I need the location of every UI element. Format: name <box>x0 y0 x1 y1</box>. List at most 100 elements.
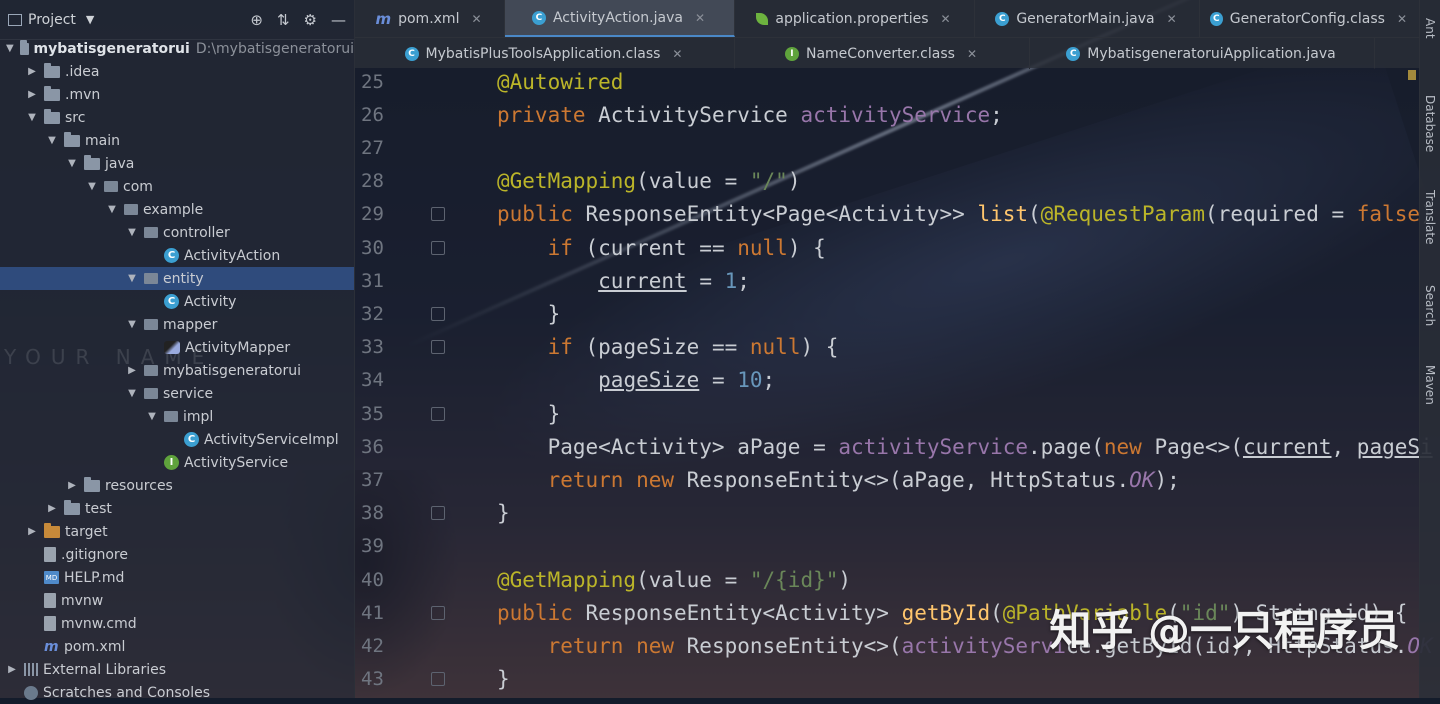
chevron-down-icon[interactable]: ▼ <box>86 13 94 26</box>
tree-node[interactable]: ▼ main <box>0 129 354 152</box>
collapsed-arrow-icon[interactable]: ▶ <box>66 480 78 491</box>
collapsed-arrow-icon[interactable]: ▶ <box>126 365 138 376</box>
close-tab-icon[interactable]: ✕ <box>941 12 951 26</box>
code-line[interactable]: 28 @GetMapping(value = "/") <box>355 165 1420 198</box>
tree-node-label: ActivityService <box>184 454 289 471</box>
tree-node[interactable]: m pom.xml <box>0 635 354 658</box>
expanded-arrow-icon[interactable]: ▼ <box>126 227 138 238</box>
close-tab-icon[interactable]: ✕ <box>1167 12 1177 26</box>
tree-node[interactable]: ▼ example <box>0 198 354 221</box>
editor-tab[interactable]: C GeneratorMain.java ✕ <box>975 0 1200 37</box>
editor-tab[interactable]: application.properties ✕ <box>735 0 975 37</box>
tree-node[interactable]: C Activity <box>0 290 354 313</box>
fold-marker-icon[interactable] <box>431 207 445 222</box>
tree-node[interactable]: mvnw.cmd <box>0 612 354 635</box>
warning-marker[interactable] <box>1408 70 1416 80</box>
locate-file-icon[interactable]: ⊕ <box>250 11 263 29</box>
tree-node[interactable]: I ActivityService <box>0 451 354 474</box>
code-line[interactable]: 31 current = 1; <box>355 264 1420 297</box>
expanded-arrow-icon[interactable]: ▼ <box>66 158 78 169</box>
tree-node[interactable]: ▶ .idea <box>0 60 354 83</box>
editor-tab[interactable]: C ActivityAction.java ✕ <box>505 0 735 37</box>
fold-marker-icon[interactable] <box>431 506 445 521</box>
code-line[interactable]: 40 @GetMapping(value = "/{id}") <box>355 563 1420 596</box>
code-line[interactable]: 36 Page<Activity> aPage = activityServic… <box>355 430 1433 463</box>
tree-node[interactable]: C ActivityAction <box>0 244 354 267</box>
code-line[interactable]: 30 if (current == null) { <box>355 231 1420 264</box>
expanded-arrow-icon[interactable]: ▼ <box>126 273 138 284</box>
tree-node[interactable]: C ActivityServiceImpl <box>0 428 354 451</box>
tree-node[interactable]: .gitignore <box>0 543 354 566</box>
folder-icon <box>64 499 80 515</box>
tree-node[interactable]: Scratches and Consoles <box>0 681 354 704</box>
tree-node[interactable]: ▼ src <box>0 106 354 129</box>
code-line[interactable]: 34 pageSize = 10; <box>355 364 1420 397</box>
fold-marker-icon[interactable] <box>431 340 445 355</box>
code-line[interactable]: 33 if (pageSize == null) { <box>355 331 1420 364</box>
expanded-arrow-icon[interactable]: ▼ <box>6 43 14 54</box>
tool-window-database[interactable]: Database <box>1420 95 1440 152</box>
collapsed-arrow-icon[interactable]: ▶ <box>6 664 18 675</box>
project-view-selector[interactable]: Project <box>28 12 76 28</box>
fold-marker-icon[interactable] <box>431 240 445 255</box>
close-tab-icon[interactable]: ✕ <box>1397 12 1407 26</box>
tree-node[interactable]: ▶ mybatisgeneratorui <box>0 359 354 382</box>
fold-marker-icon[interactable] <box>431 605 445 620</box>
tool-window-maven[interactable]: Maven <box>1420 365 1440 405</box>
collapsed-arrow-icon[interactable]: ▶ <box>26 89 38 100</box>
close-tab-icon[interactable]: ✕ <box>672 47 682 61</box>
tree-node[interactable]: ▼ mybatisgeneratorui D:\mybatisgeneratorui <box>0 37 354 60</box>
tool-window-search[interactable]: Search <box>1420 285 1440 326</box>
code-line[interactable]: 29 public ResponseEntity<Page<Activity>> … <box>355 198 1433 231</box>
close-tab-icon[interactable]: ✕ <box>967 47 977 61</box>
fold-marker-icon[interactable] <box>431 306 445 321</box>
fold-marker-icon[interactable] <box>431 406 445 421</box>
gear-icon[interactable]: ⚙ <box>304 11 317 29</box>
code-line[interactable]: 32 } <box>355 297 1420 330</box>
expanded-arrow-icon[interactable]: ▼ <box>126 319 138 330</box>
expanded-arrow-icon[interactable]: ▼ <box>26 112 38 123</box>
tool-window-translate[interactable]: Translate <box>1420 190 1440 245</box>
code-line[interactable]: 27 <box>355 131 1420 164</box>
collapsed-arrow-icon[interactable]: ▶ <box>46 503 58 514</box>
collapsed-arrow-icon[interactable]: ▶ <box>26 526 38 537</box>
code-line[interactable]: 37 return new ResponseEntity<>(aPage, Ht… <box>355 463 1420 496</box>
collapsed-arrow-icon[interactable]: ▶ <box>26 66 38 77</box>
code-line[interactable]: 43} <box>355 663 1420 696</box>
close-tab-icon[interactable]: ✕ <box>695 11 705 25</box>
tree-node[interactable]: ▶ .mvn <box>0 83 354 106</box>
tool-window-ant[interactable]: Ant <box>1420 18 1440 39</box>
code-text: public ResponseEntity<Page<Activity>> li… <box>497 202 1433 227</box>
tree-node[interactable]: mvnw <box>0 589 354 612</box>
tree-node[interactable]: ▶ External Libraries <box>0 658 354 681</box>
code-line[interactable]: 26 private ActivityService activityServic… <box>355 98 1420 131</box>
expanded-arrow-icon[interactable]: ▼ <box>106 204 118 215</box>
collapse-all-icon[interactable]: ⇅ <box>277 11 290 29</box>
tree-node[interactable]: ▶ test <box>0 497 354 520</box>
expanded-arrow-icon[interactable]: ▼ <box>146 411 158 422</box>
editor-tab[interactable]: C GeneratorConfig.class ✕ <box>1200 0 1420 37</box>
code-line[interactable]: 35 } <box>355 397 1420 430</box>
package-icon <box>144 388 158 399</box>
hide-panel-icon[interactable]: — <box>331 11 346 29</box>
code-line[interactable]: 25 @Autowired <box>355 65 1420 98</box>
tree-node[interactable]: ▼ controller <box>0 221 354 244</box>
expanded-arrow-icon[interactable]: ▼ <box>126 388 138 399</box>
expanded-arrow-icon[interactable]: ▼ <box>46 135 58 146</box>
tree-node[interactable]: ▼ mapper <box>0 313 354 336</box>
fold-marker-icon[interactable] <box>431 672 445 687</box>
tree-node[interactable]: ▼ impl <box>0 405 354 428</box>
code-line[interactable]: 39 <box>355 530 1420 563</box>
tree-node[interactable]: ▶ resources <box>0 474 354 497</box>
tree-node[interactable]: ▼ java <box>0 152 354 175</box>
tree-node[interactable]: ▼ com <box>0 175 354 198</box>
tree-node[interactable]: MD HELP.md <box>0 566 354 589</box>
expanded-arrow-icon[interactable]: ▼ <box>86 181 98 192</box>
tree-node[interactable]: ActivityMapper <box>0 336 354 359</box>
tree-node[interactable]: ▼ entity <box>0 267 354 290</box>
editor-tab[interactable]: m pom.xml ✕ <box>355 0 505 37</box>
code-line[interactable]: 38} <box>355 497 1420 530</box>
close-tab-icon[interactable]: ✕ <box>471 12 481 26</box>
tree-node[interactable]: ▶ target <box>0 520 354 543</box>
tree-node[interactable]: ▼ service <box>0 382 354 405</box>
